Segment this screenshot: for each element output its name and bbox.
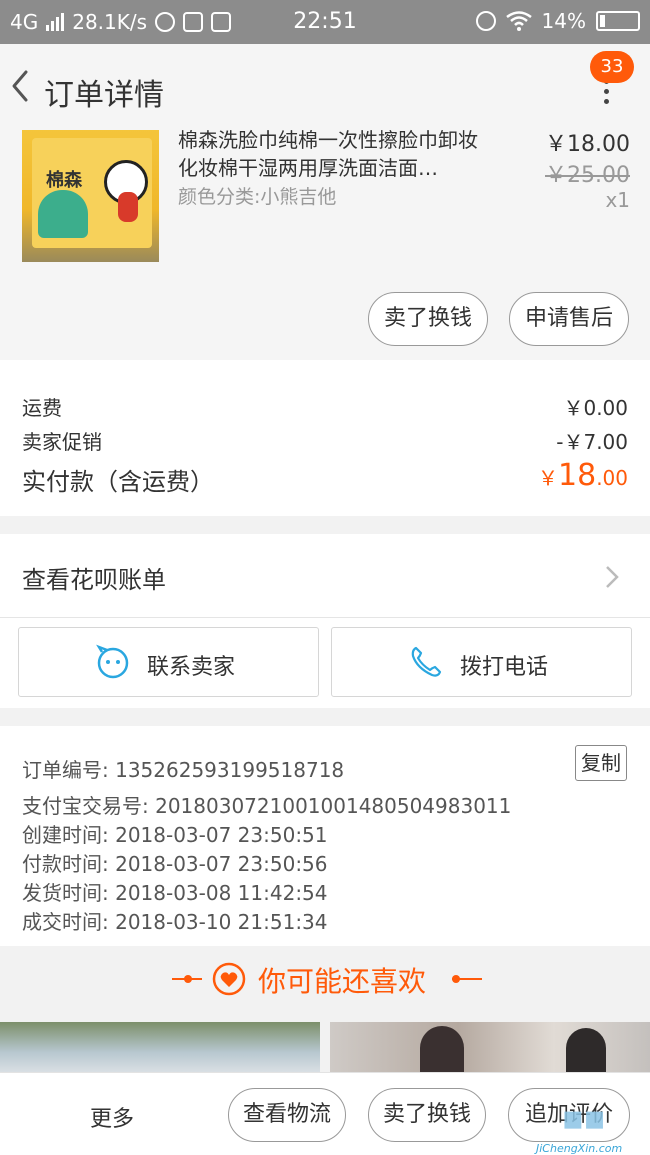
page-title: 订单详情 <box>44 78 164 113</box>
recommend-item-image[interactable] <box>0 1022 320 1072</box>
wifi-icon <box>505 11 532 31</box>
message-count-badge: 33 <box>590 51 634 83</box>
battery-percent: 14% <box>541 9 586 33</box>
promo-value: -￥7.00 <box>556 430 628 454</box>
product-attribute: 颜色分类:小熊吉他 <box>178 186 337 208</box>
fee-summary: 运费 ￥0.00 卖家促销 -￥7.00 实付款（含运费） ￥18.00 <box>0 360 650 516</box>
status-bar: 4G 28.1K/s 22:51 14% <box>0 0 650 44</box>
huabei-bill-label: 查看花呗账单 <box>22 566 166 594</box>
created-time: 创建时间: 2018-03-07 23:50:51 <box>22 823 328 847</box>
product-quantity: x1 <box>605 188 630 212</box>
total-row: 实付款（含运费） ￥18.00 <box>22 458 628 497</box>
site-watermark: ◼◼ JiChengXin.com <box>536 1098 648 1155</box>
view-logistics-button[interactable]: 查看物流 <box>228 1088 346 1142</box>
more-button[interactable]: 更多 <box>90 1101 134 1133</box>
product-thumbnail[interactable]: 棉森 <box>22 130 159 262</box>
contact-bar: 联系卖家 拨打电话 <box>0 618 650 708</box>
chevron-right-icon <box>606 566 619 588</box>
recommend-header: 你可能还喜欢 <box>0 946 650 1012</box>
contact-seller-button[interactable]: 联系卖家 <box>18 627 319 697</box>
watermark-text: JiChengXin.com <box>536 1142 623 1155</box>
call-phone-label: 拨打电话 <box>460 655 549 680</box>
alipay-trade-number: 支付宝交易号: 2018030721001001480504983011 <box>22 794 512 818</box>
product-price: ￥18.00 <box>545 132 630 157</box>
call-phone-button[interactable]: 拨打电话 <box>331 627 632 697</box>
shipped-time: 发货时间: 2018-03-08 11:42:54 <box>22 881 328 905</box>
phone-icon <box>411 646 442 677</box>
total-label: 实付款（含运费） <box>22 468 214 496</box>
product-name[interactable]: 棉森洗脸巾纯棉一次性擦脸巾卸妆化妆棉干湿两用厚洗面洁面… <box>178 126 488 182</box>
after-sale-button[interactable]: 申请售后 <box>509 292 629 346</box>
product-card[interactable]: 棉森 棉森洗脸巾纯棉一次性擦脸巾卸妆化妆棉干湿两用厚洗面洁面… 颜色分类:小熊吉… <box>0 126 650 360</box>
paid-time: 付款时间: 2018-03-07 23:50:56 <box>22 852 328 876</box>
recommend-title: 你可能还喜欢 <box>258 965 427 998</box>
promo-label: 卖家促销 <box>22 430 102 454</box>
copy-button[interactable]: 复制 <box>575 745 627 781</box>
recommend-item-image[interactable] <box>330 1022 650 1072</box>
order-number: 订单编号: 135262593199518718 <box>22 758 345 782</box>
resell-button[interactable]: 卖了换钱 <box>368 292 488 346</box>
total-value: ￥18.00 <box>538 458 628 493</box>
contact-seller-label: 联系卖家 <box>147 655 236 680</box>
back-arrow-icon[interactable] <box>6 66 36 106</box>
promo-row: 卖家促销 -￥7.00 <box>22 426 628 455</box>
order-info: 订单编号: 135262593199518718 复制 支付宝交易号: 2018… <box>0 726 650 946</box>
chat-bubble-icon <box>96 644 129 679</box>
shipping-row: 运费 ￥0.00 <box>22 392 628 421</box>
original-price: ￥25.00 <box>545 163 630 188</box>
watermark-logo: ◼◼ <box>562 1104 606 1134</box>
thumbnail-brand-label: 棉森 <box>46 170 82 191</box>
huabei-bill-row[interactable]: 查看花呗账单 <box>0 534 650 618</box>
shipping-value: ￥0.00 <box>563 396 628 420</box>
completed-time: 成交时间: 2018-03-10 21:51:34 <box>22 910 328 934</box>
heart-icon <box>212 962 246 996</box>
alarm-icon <box>475 11 496 31</box>
nav-header: 订单详情 33 <box>0 44 650 126</box>
battery-icon <box>596 11 640 31</box>
resell-bottom-button[interactable]: 卖了换钱 <box>368 1088 486 1142</box>
shipping-label: 运费 <box>22 396 62 420</box>
status-right: 14% <box>475 9 640 33</box>
